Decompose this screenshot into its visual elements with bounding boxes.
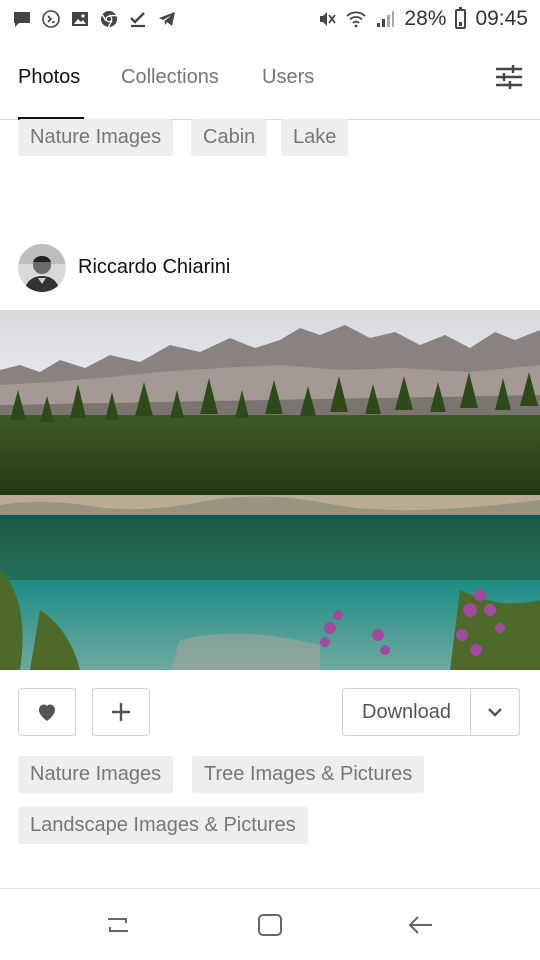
check-icon — [128, 9, 148, 29]
chevron-down-icon — [488, 708, 502, 717]
home-icon — [258, 914, 282, 936]
tag-chip[interactable]: Lake — [281, 119, 349, 156]
tab-users[interactable]: Users — [262, 66, 314, 89]
tag-chip[interactable]: Cabin — [191, 119, 268, 156]
tag-chip[interactable]: Tree Images & Pictures — [192, 756, 425, 793]
add-to-collection-button[interactable] — [92, 688, 150, 736]
message-icon — [12, 9, 32, 29]
download-options-button[interactable] — [471, 689, 519, 735]
post-photo[interactable] — [0, 310, 540, 670]
back-icon — [408, 916, 432, 934]
tab-photos[interactable]: Photos — [18, 66, 80, 89]
tag-chip[interactable]: Nature Images — [18, 756, 174, 793]
chrome-icon — [99, 9, 119, 29]
phone-app-icon — [41, 9, 61, 29]
wifi-icon — [346, 9, 367, 29]
tab-collections[interactable]: Collections — [121, 66, 219, 89]
heart-icon — [39, 704, 55, 721]
status-bar-notifications — [12, 9, 177, 29]
home-button[interactable] — [256, 911, 284, 939]
like-button[interactable] — [18, 688, 76, 736]
download-button[interactable]: Download — [343, 689, 471, 735]
recent-apps-icon — [108, 918, 128, 932]
mute-icon — [317, 9, 337, 29]
battery-icon — [455, 7, 467, 29]
status-bar-system: 28% 09:45 — [317, 7, 528, 31]
download-button-group: Download — [342, 688, 520, 736]
sliders-icon — [496, 65, 522, 89]
author-avatar[interactable] — [18, 244, 66, 292]
telegram-icon — [157, 9, 177, 29]
author-name[interactable]: Riccardo Chiarini — [78, 256, 230, 279]
back-button[interactable] — [406, 911, 434, 939]
image-icon — [70, 9, 90, 29]
tab-bar: Photos Collections Users — [0, 38, 540, 120]
clock: 09:45 — [475, 7, 528, 30]
battery-percent: 28% — [404, 7, 447, 30]
plus-icon — [112, 703, 130, 721]
tag-chip[interactable]: Nature Images — [18, 119, 174, 156]
tag-chip[interactable]: Landscape Images & Pictures — [18, 807, 308, 844]
signal-icon — [375, 9, 395, 29]
recent-apps-button[interactable] — [104, 911, 132, 939]
filter-button[interactable] — [494, 62, 524, 92]
status-bar: 28% 09:45 — [0, 0, 540, 38]
system-nav-bar — [0, 888, 540, 960]
